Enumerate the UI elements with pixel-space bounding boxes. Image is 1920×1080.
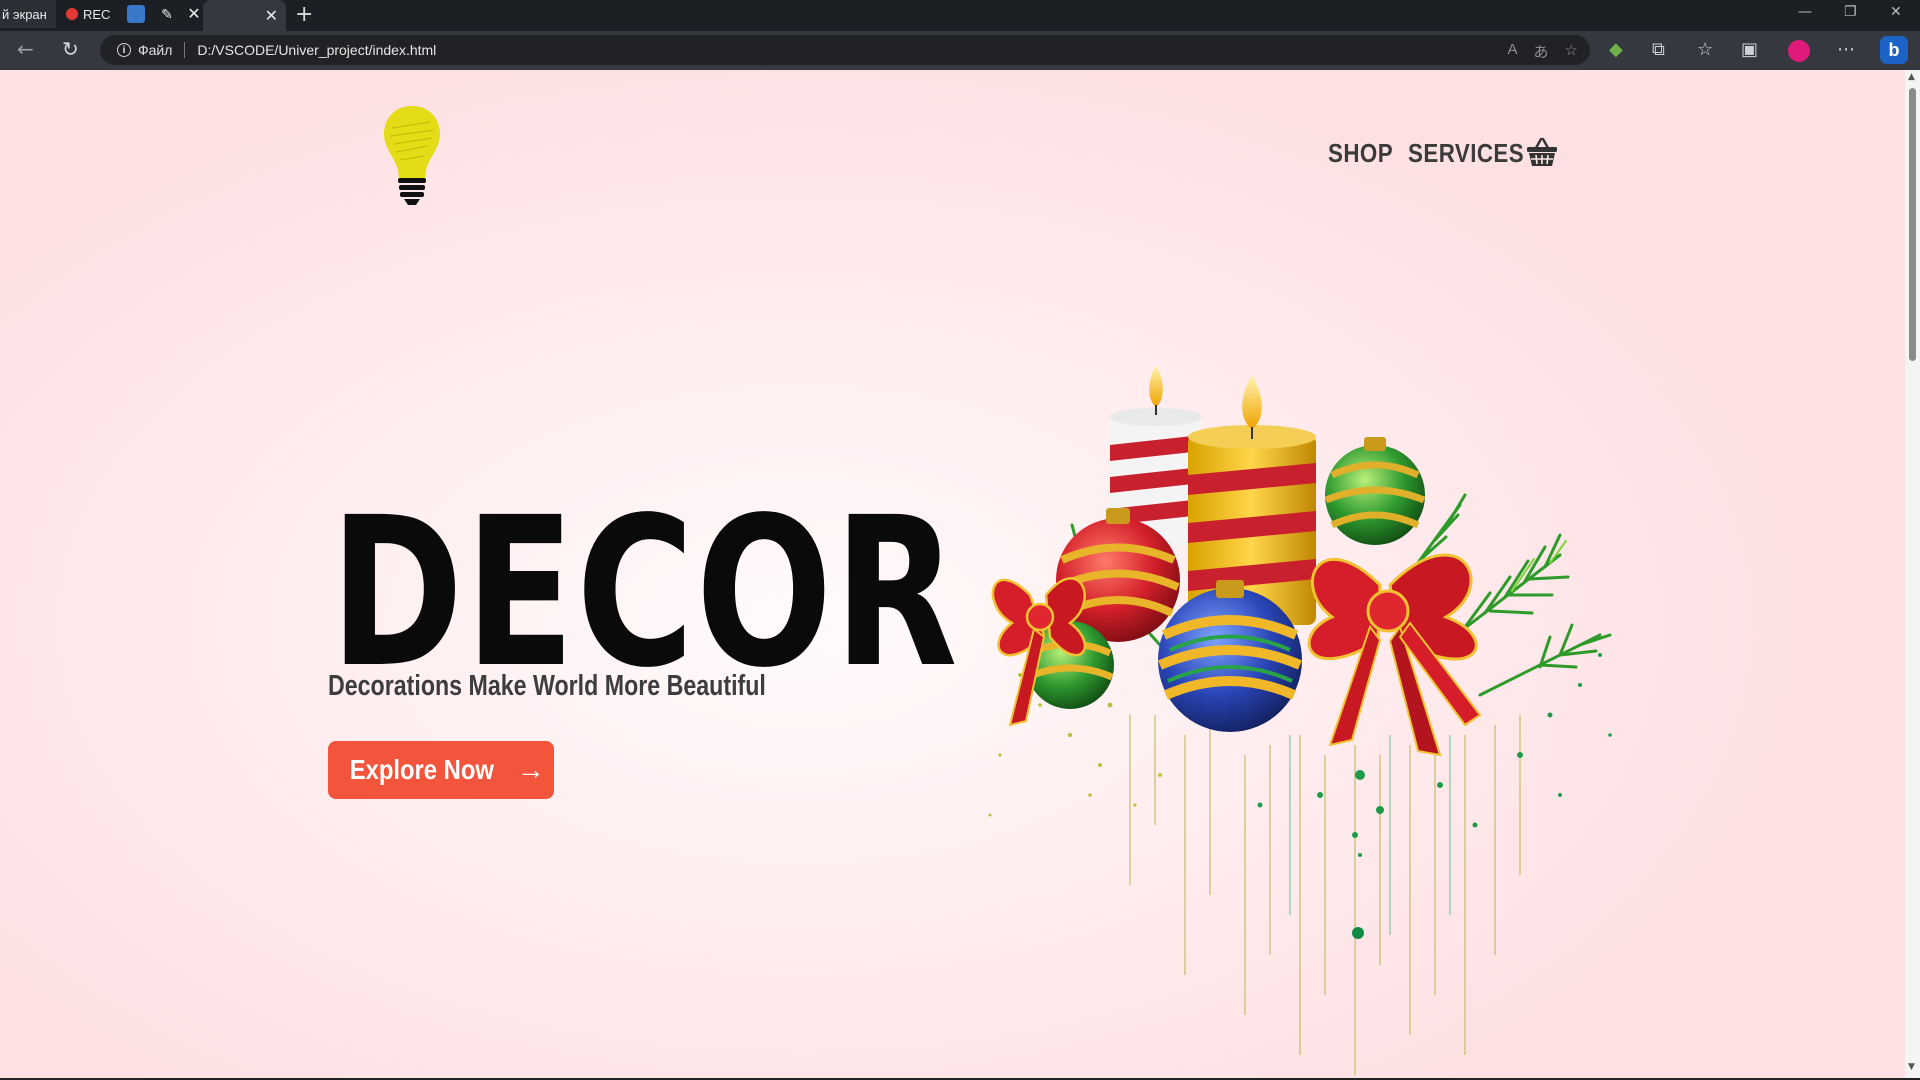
tab-active[interactable]: ✕ [203, 0, 286, 31]
tab-screen[interactable]: й экран [0, 0, 56, 28]
more-menu-icon[interactable]: ⋯ [1837, 39, 1855, 60]
nav-shop-link[interactable]: SHOP [1328, 138, 1393, 169]
record-icon [66, 8, 78, 20]
omnibox-actions: A あ ☆ [1508, 41, 1578, 62]
tab-app[interactable] [126, 0, 146, 28]
translate-icon[interactable]: あ [1534, 41, 1549, 62]
app-icon [127, 5, 145, 23]
shopping-basket-icon[interactable] [1526, 136, 1558, 168]
browser-toolbar: ← ↻ i Файл D:/VSCODE/Univer_project/inde… [0, 31, 1920, 70]
hero-subtitle: Decorations Make World More Beautiful [328, 670, 766, 702]
christmas-decoration-illustration [988, 365, 1612, 1075]
window-close-icon[interactable]: ✕ [1890, 4, 1902, 20]
minimize-icon[interactable]: — [1798, 4, 1812, 20]
extensions-puzzle-icon[interactable]: ⧉ [1652, 39, 1665, 60]
close-icon: ✕ [187, 6, 201, 23]
browser-tab-strip: й экран REC ✎ ✕ ✕ + — ❐ ✕ [0, 0, 1920, 31]
explore-now-button[interactable]: Explore Now → [328, 741, 554, 799]
scroll-down-icon[interactable]: ▼ [1908, 1062, 1915, 1072]
close-tab-icon[interactable]: ✕ [265, 6, 278, 26]
restore-icon[interactable]: ❐ [1844, 4, 1857, 20]
address-separator [184, 42, 186, 58]
favorites-icon[interactable]: ☆ [1697, 39, 1713, 60]
add-favorite-icon[interactable]: ☆ [1565, 41, 1578, 62]
refresh-icon[interactable]: ↻ [62, 37, 79, 61]
info-icon[interactable]: i [117, 43, 131, 57]
pen-icon: ✎ [161, 5, 173, 22]
tab-label: й экран [2, 6, 47, 22]
lightbulb-logo-icon[interactable] [382, 104, 442, 208]
address-bar[interactable]: i Файл D:/VSCODE/Univer_project/index.ht… [100, 35, 1590, 65]
hero-title: DECOR [330, 473, 960, 713]
url-text[interactable]: D:/VSCODE/Univer_project/index.html [197, 42, 436, 58]
tab-close-extra[interactable]: ✕ [183, 0, 205, 28]
tab-rec[interactable]: REC [66, 0, 126, 28]
explore-now-label: Explore Now [349, 754, 495, 785]
scheme-label: Файл [138, 42, 173, 58]
new-tab-icon[interactable]: + [295, 2, 313, 27]
scroll-up-icon[interactable]: ▲ [1908, 72, 1915, 82]
read-aloud-icon[interactable]: A [1508, 41, 1518, 62]
collections-icon[interactable]: ▣ [1741, 39, 1758, 60]
back-icon[interactable]: ← [17, 37, 34, 61]
page-viewport: SHOP SERVICES DECOR Decorations Make Wor… [0, 70, 1905, 1078]
scrollbar-thumb[interactable] [1909, 88, 1916, 361]
bing-copilot-icon[interactable]: b [1880, 36, 1908, 64]
tab-pen[interactable]: ✎ [152, 0, 182, 28]
nav-services-link[interactable]: SERVICES [1408, 138, 1524, 169]
extension-icon[interactable]: ◆ [1609, 39, 1623, 60]
tab-label: REC [83, 6, 111, 22]
arrow-right-icon: → [516, 754, 545, 785]
profile-avatar[interactable] [1788, 40, 1810, 62]
